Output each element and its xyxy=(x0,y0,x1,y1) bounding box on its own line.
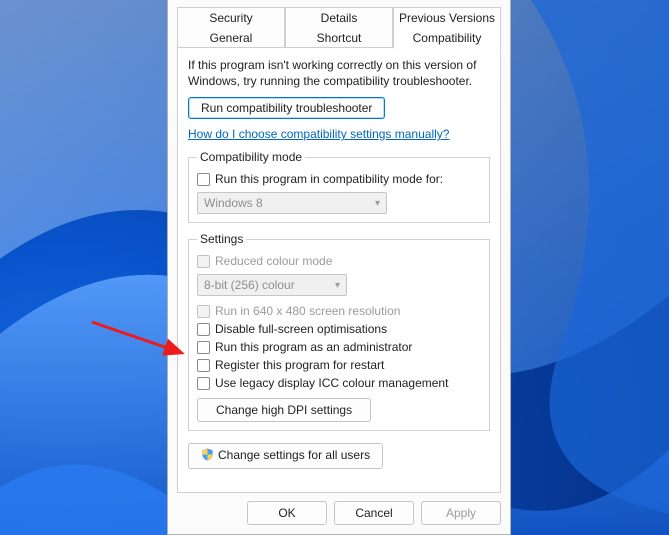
chevron-down-icon: ▾ xyxy=(335,280,340,291)
change-all-users-label: Change settings for all users xyxy=(218,448,370,462)
register-restart-label: Register this program for restart xyxy=(215,358,384,372)
ok-button[interactable]: OK xyxy=(247,501,327,525)
compat-mode-checkbox[interactable] xyxy=(197,173,210,186)
legacy-icc-label: Use legacy display ICC colour management xyxy=(215,376,448,390)
properties-dialog: Security Details Previous Versions Gener… xyxy=(167,0,511,535)
settings-group: Settings Reduced colour mode 8-bit (256)… xyxy=(188,232,490,431)
run-troubleshooter-button[interactable]: Run compatibility troubleshooter xyxy=(188,97,385,119)
tab-security[interactable]: Security xyxy=(177,7,285,29)
compatibility-mode-group: Compatibility mode Run this program in c… xyxy=(188,150,490,223)
compat-mode-label: Run this program in compatibility mode f… xyxy=(215,172,443,186)
run-640x480-label: Run in 640 x 480 screen resolution xyxy=(215,304,400,318)
disable-fullscreen-checkbox[interactable] xyxy=(197,323,210,336)
legacy-icc-checkbox[interactable] xyxy=(197,377,210,390)
chevron-down-icon: ▾ xyxy=(375,198,380,209)
reduced-colour-checkbox xyxy=(197,255,210,268)
settings-legend: Settings xyxy=(197,232,246,246)
tab-shortcut[interactable]: Shortcut xyxy=(285,28,393,49)
tab-previous-versions[interactable]: Previous Versions xyxy=(393,7,501,29)
disable-fullscreen-label: Disable full-screen optimisations xyxy=(215,322,387,336)
colour-depth-select: 8-bit (256) colour ▾ xyxy=(197,274,347,296)
tab-general[interactable]: General xyxy=(177,28,285,49)
dialog-footer: OK Cancel Apply xyxy=(247,501,501,525)
cancel-button[interactable]: Cancel xyxy=(334,501,414,525)
manual-settings-link[interactable]: How do I choose compatibility settings m… xyxy=(188,127,449,141)
tab-details[interactable]: Details xyxy=(285,7,393,29)
apply-button: Apply xyxy=(421,501,501,525)
run-640x480-checkbox xyxy=(197,305,210,318)
register-restart-checkbox[interactable] xyxy=(197,359,210,372)
shield-icon xyxy=(201,448,214,464)
compat-mode-selected: Windows 8 xyxy=(204,196,263,210)
change-dpi-button[interactable]: Change high DPI settings xyxy=(197,398,371,422)
compat-mode-select: Windows 8 ▾ xyxy=(197,192,387,214)
compatibility-mode-legend: Compatibility mode xyxy=(197,150,305,164)
compatibility-tabpage: If this program isn't working correctly … xyxy=(177,47,501,493)
run-as-admin-label: Run this program as an administrator xyxy=(215,340,412,354)
colour-depth-selected: 8-bit (256) colour xyxy=(204,278,295,292)
tab-strip: Security Details Previous Versions Gener… xyxy=(177,7,501,48)
reduced-colour-label: Reduced colour mode xyxy=(215,254,332,268)
intro-text: If this program isn't working correctly … xyxy=(188,58,490,89)
change-all-users-button[interactable]: Change settings for all users xyxy=(188,443,383,469)
tab-compatibility[interactable]: Compatibility xyxy=(393,28,501,49)
run-as-admin-checkbox[interactable] xyxy=(197,341,210,354)
